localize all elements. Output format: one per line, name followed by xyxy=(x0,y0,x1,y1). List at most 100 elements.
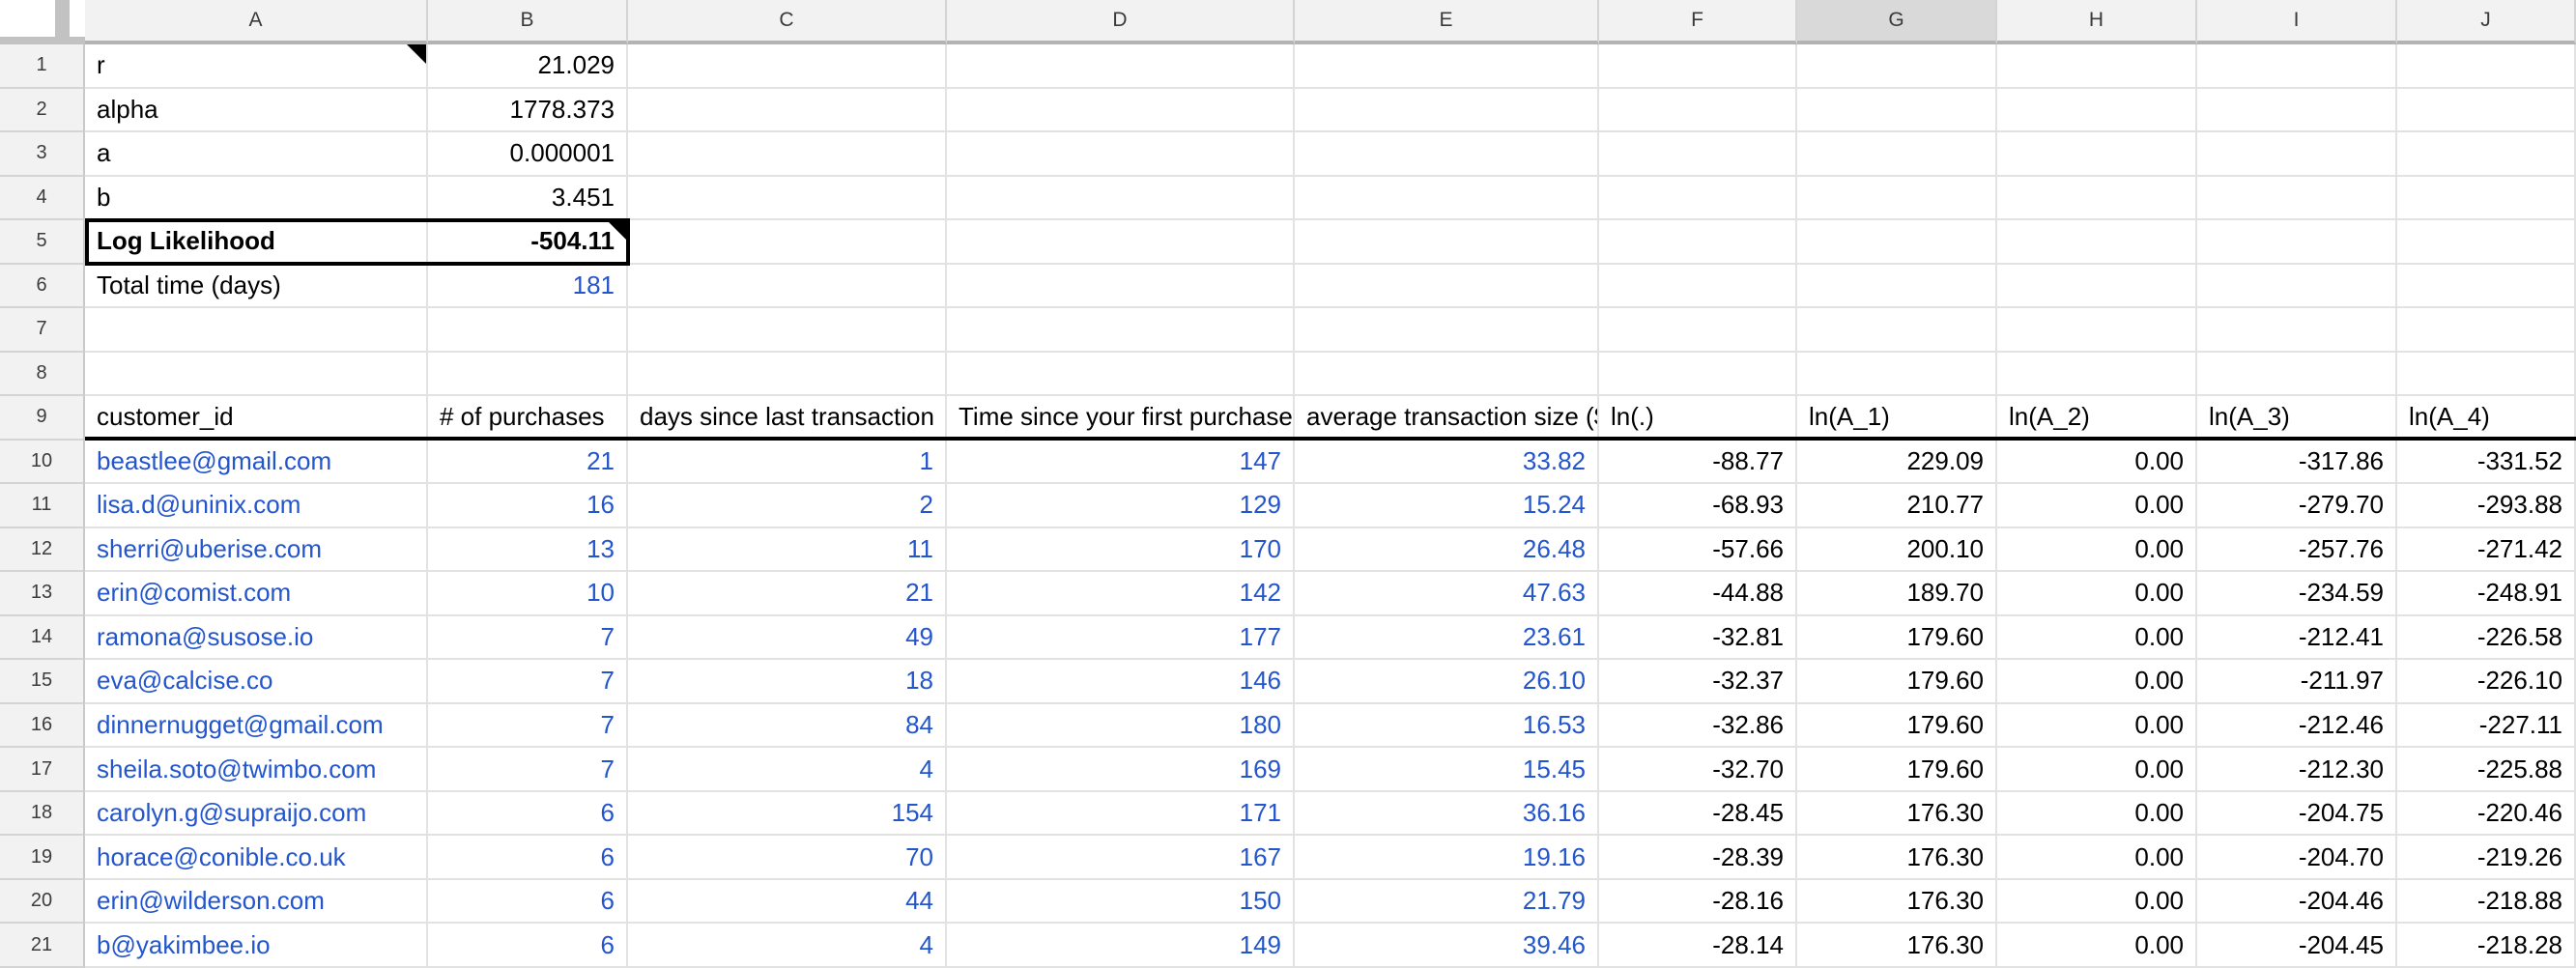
row-header-5[interactable]: 5 xyxy=(0,220,85,265)
cell-D9[interactable]: Time since your first purchase xyxy=(947,396,1295,441)
row-header-8[interactable]: 8 xyxy=(0,353,85,397)
cell-C17[interactable]: 4 xyxy=(628,748,947,792)
row-header-15[interactable]: 15 xyxy=(0,660,85,704)
cell-D7[interactable] xyxy=(947,308,1295,353)
cell-D2[interactable] xyxy=(947,89,1295,133)
cell-D17[interactable]: 169 xyxy=(947,748,1295,792)
cell-E10[interactable]: 33.82 xyxy=(1295,441,1599,485)
column-header-H[interactable]: H xyxy=(1997,0,2197,44)
cell-I6[interactable] xyxy=(2197,265,2397,309)
cell-I7[interactable] xyxy=(2197,308,2397,353)
cell-B13[interactable]: 10 xyxy=(428,572,628,616)
cell-H18[interactable]: 0.00 xyxy=(1997,792,2197,837)
cell-C18[interactable]: 154 xyxy=(628,792,947,837)
cell-E16[interactable]: 16.53 xyxy=(1295,704,1599,749)
cell-F10[interactable]: -88.77 xyxy=(1599,441,1797,485)
cell-I9[interactable]: ln(A_3) xyxy=(2197,396,2397,441)
row-header-2[interactable]: 2 xyxy=(0,89,85,133)
cell-E2[interactable] xyxy=(1295,89,1599,133)
cell-G7[interactable] xyxy=(1797,308,1997,353)
cell-E15[interactable]: 26.10 xyxy=(1295,660,1599,704)
cell-A12[interactable]: sherri@uberise.com xyxy=(85,528,428,573)
cell-A6[interactable]: Total time (days) xyxy=(85,265,428,309)
cell-A18[interactable]: carolyn.g@supraijo.com xyxy=(85,792,428,837)
cell-G4[interactable] xyxy=(1797,177,1997,221)
cell-J9[interactable]: ln(A_4) xyxy=(2397,396,2576,441)
cell-B9[interactable]: # of purchases xyxy=(428,396,628,441)
cell-C16[interactable]: 84 xyxy=(628,704,947,749)
cell-H1[interactable] xyxy=(1997,44,2197,89)
cell-B10[interactable]: 21 xyxy=(428,441,628,485)
cell-B18[interactable]: 6 xyxy=(428,792,628,837)
cell-I12[interactable]: -257.76 xyxy=(2197,528,2397,573)
cell-A5[interactable]: Log Likelihood xyxy=(85,220,428,265)
cell-G3[interactable] xyxy=(1797,132,1997,177)
cell-D14[interactable]: 177 xyxy=(947,616,1295,661)
cell-J18[interactable]: -220.46 xyxy=(2397,792,2576,837)
cell-A19[interactable]: horace@conible.co.uk xyxy=(85,836,428,880)
cell-D5[interactable] xyxy=(947,220,1295,265)
cell-F20[interactable]: -28.16 xyxy=(1599,880,1797,925)
cell-A14[interactable]: ramona@susose.io xyxy=(85,616,428,661)
cell-I2[interactable] xyxy=(2197,89,2397,133)
cell-E19[interactable]: 19.16 xyxy=(1295,836,1599,880)
cell-C10[interactable]: 1 xyxy=(628,441,947,485)
cell-G16[interactable]: 179.60 xyxy=(1797,704,1997,749)
cell-D16[interactable]: 180 xyxy=(947,704,1295,749)
cell-I4[interactable] xyxy=(2197,177,2397,221)
cell-B6[interactable]: 181 xyxy=(428,265,628,309)
cell-B5[interactable]: -504.11 xyxy=(428,220,628,265)
cell-H2[interactable] xyxy=(1997,89,2197,133)
cell-F3[interactable] xyxy=(1599,132,1797,177)
cell-I13[interactable]: -234.59 xyxy=(2197,572,2397,616)
cell-E9[interactable]: average transaction size ($) xyxy=(1295,396,1599,441)
cell-G8[interactable] xyxy=(1797,353,1997,397)
cell-F16[interactable]: -32.86 xyxy=(1599,704,1797,749)
cell-I10[interactable]: -317.86 xyxy=(2197,441,2397,485)
cell-I16[interactable]: -212.46 xyxy=(2197,704,2397,749)
cell-I21[interactable]: -204.45 xyxy=(2197,924,2397,968)
cell-C19[interactable]: 70 xyxy=(628,836,947,880)
cell-D1[interactable] xyxy=(947,44,1295,89)
cell-C13[interactable]: 21 xyxy=(628,572,947,616)
cell-F21[interactable]: -28.14 xyxy=(1599,924,1797,968)
row-header-10[interactable]: 10 xyxy=(0,441,85,485)
cell-H12[interactable]: 0.00 xyxy=(1997,528,2197,573)
row-header-14[interactable]: 14 xyxy=(0,616,85,661)
cell-I3[interactable] xyxy=(2197,132,2397,177)
cell-G19[interactable]: 176.30 xyxy=(1797,836,1997,880)
cell-F17[interactable]: -32.70 xyxy=(1599,748,1797,792)
cell-C9[interactable]: days since last transaction xyxy=(628,396,947,441)
cell-E18[interactable]: 36.16 xyxy=(1295,792,1599,837)
cell-J1[interactable] xyxy=(2397,44,2576,89)
cell-H5[interactable] xyxy=(1997,220,2197,265)
cell-A3[interactable]: a xyxy=(85,132,428,177)
cell-F1[interactable] xyxy=(1599,44,1797,89)
cell-G15[interactable]: 179.60 xyxy=(1797,660,1997,704)
cell-B12[interactable]: 13 xyxy=(428,528,628,573)
cell-F12[interactable]: -57.66 xyxy=(1599,528,1797,573)
cell-F15[interactable]: -32.37 xyxy=(1599,660,1797,704)
cell-B17[interactable]: 7 xyxy=(428,748,628,792)
cell-G5[interactable] xyxy=(1797,220,1997,265)
cell-H8[interactable] xyxy=(1997,353,2197,397)
select-all-corner[interactable] xyxy=(0,0,85,44)
row-header-3[interactable]: 3 xyxy=(0,132,85,177)
cell-F18[interactable]: -28.45 xyxy=(1599,792,1797,837)
row-header-21[interactable]: 21 xyxy=(0,924,85,968)
row-header-11[interactable]: 11 xyxy=(0,484,85,528)
cell-C5[interactable] xyxy=(628,220,947,265)
column-header-I[interactable]: I xyxy=(2197,0,2397,44)
cell-I1[interactable] xyxy=(2197,44,2397,89)
cell-A9[interactable]: customer_id xyxy=(85,396,428,441)
cell-D13[interactable]: 142 xyxy=(947,572,1295,616)
cell-A21[interactable]: b@yakimbee.io xyxy=(85,924,428,968)
cell-H21[interactable]: 0.00 xyxy=(1997,924,2197,968)
cell-I15[interactable]: -211.97 xyxy=(2197,660,2397,704)
cell-I5[interactable] xyxy=(2197,220,2397,265)
cell-H6[interactable] xyxy=(1997,265,2197,309)
cell-H4[interactable] xyxy=(1997,177,2197,221)
cell-I19[interactable]: -204.70 xyxy=(2197,836,2397,880)
cell-B11[interactable]: 16 xyxy=(428,484,628,528)
cell-B2[interactable]: 1778.373 xyxy=(428,89,628,133)
